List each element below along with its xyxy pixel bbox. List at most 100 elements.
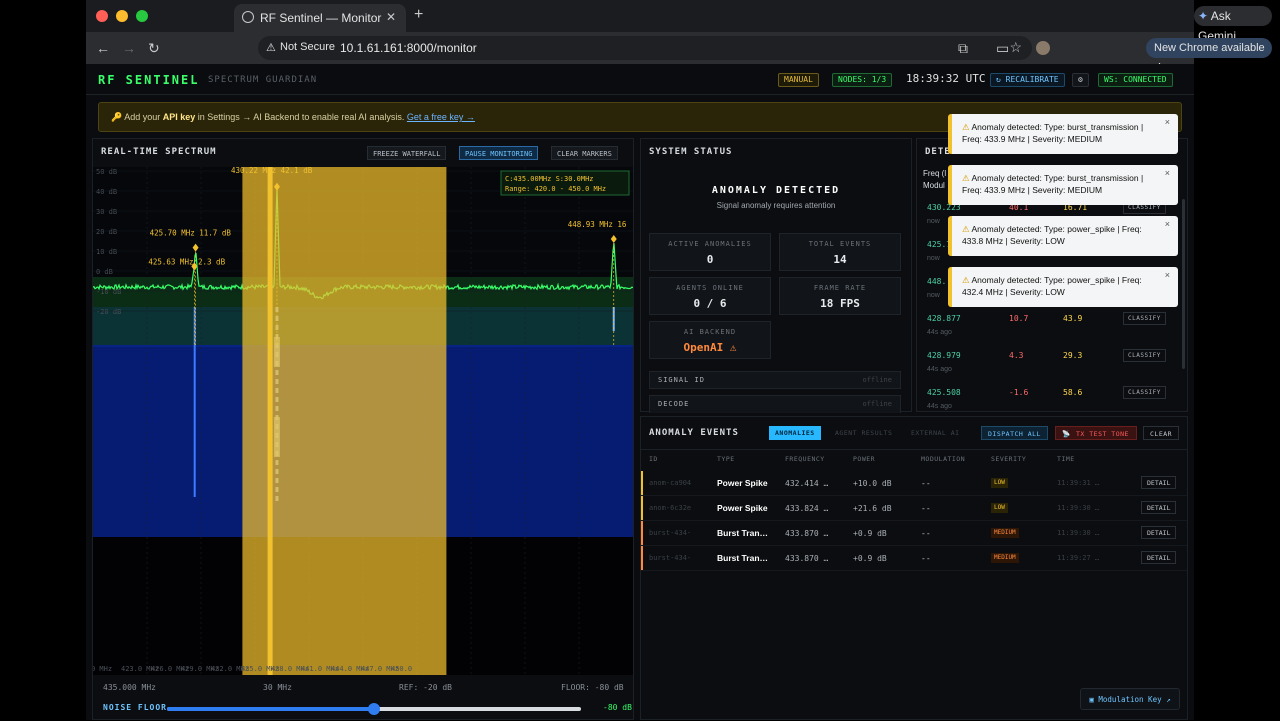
freeze-waterfall-button[interactable]: FREEZE WATERFALL [367,146,447,160]
selection-region[interactable] [242,167,447,675]
bookmark-star-icon[interactable]: ☆ [1009,39,1022,56]
x-tick-label: 0 MHz [93,665,112,673]
anomaly-toast[interactable]: ⚠ Anomaly detected: Type: power_spike | … [948,216,1178,256]
close-tab-icon[interactable]: ✕ [386,10,396,24]
detection-frequency: 428.979 [927,351,961,360]
get-free-key-link[interactable]: Get a free key → [407,112,475,122]
selection-center-line[interactable] [267,167,273,675]
detection-row[interactable]: 428.979 4.3 29.3 CLASSIFY 44s ago [927,347,1177,384]
detections-column-header-2: Modul [923,181,945,190]
stat-label: AI BACKEND [683,328,737,336]
column-header: FREQUENCY [785,455,825,463]
detections-column-header: Freq (l [923,169,947,178]
decode-status: offline [862,400,892,408]
forward-arrow-icon[interactable]: → [122,40,136,56]
marker-label: 430.22 MHz 42.1 dB [231,167,313,175]
close-icon[interactable]: × [1165,117,1170,127]
event-modulation: -- [921,504,931,513]
mode-badge[interactable]: MANUAL [778,73,819,87]
tab-external-ai[interactable]: EXTERNAL AI [905,426,966,440]
table-row[interactable]: anom-ca904 Power Spike 432.414 … +10.0 dB --… [641,471,1187,496]
address-bar[interactable]: ⚠ Not Secure 10.1.61.161:8000/monitor ☆ [258,36,1032,60]
divider [641,449,1187,450]
new-chrome-available-button[interactable]: New Chrome available ⋮ [1146,38,1272,74]
toast-message-wrap: ⚠ Anomaly detected: Type: burst_transmis… [962,172,1158,196]
modulation-key-button[interactable]: ▣ Modulation Key ↗ [1080,688,1180,710]
detection-row[interactable]: 425.508 -1.6 58.6 CLASSIFY 44s ago [927,384,1177,411]
banner-prefix: 🔑 Add your [111,112,163,122]
new-tab-button[interactable]: + [414,6,423,24]
ai-backend-stat[interactable]: AI BACKEND OpenAI ⚠ [649,321,771,359]
severity-badge: MEDIUM [991,528,1019,538]
anomaly-toast[interactable]: ⚠ Anomaly detected: Type: burst_transmis… [948,114,1178,154]
cast-icon[interactable]: ▭ [996,40,1009,57]
detail-button[interactable]: DETAIL [1141,501,1177,514]
detail-button[interactable]: DETAIL [1141,551,1177,564]
clear-events-button[interactable]: CLEAR [1143,426,1180,440]
detail-button[interactable]: DETAIL [1141,526,1177,539]
detection-age: 44s ago [927,403,952,410]
detection-row[interactable]: 428.877 10.7 43.9 CLASSIFY 44s ago [927,310,1177,347]
warning-icon: ⚠ [962,122,972,132]
settings-gear-icon[interactable]: ⚙ [1072,73,1089,87]
detection-age: now [927,218,940,225]
event-frequency: 433.824 … [785,504,829,513]
maximize-window-button[interactable] [136,10,148,22]
classify-button[interactable]: CLASSIFY [1123,386,1166,399]
radio-icon: 📡 [1062,430,1071,438]
close-window-button[interactable] [96,10,108,22]
browser-toolbar: ← → ↻ ⚠ Not Secure 10.1.61.161:8000/moni… [86,32,1272,74]
event-frequency: 433.870 … [785,529,829,538]
tab-agent-results[interactable]: AGENT RESULTS [829,426,898,440]
dispatch-all-button[interactable]: DISPATCH ALL [981,426,1048,440]
reference-level: REF: -20 dB [399,683,452,692]
stat-value: 0 / 6 [693,297,727,310]
system-status-panel: SYSTEM STATUS ANOMALY DETECTED Signal an… [640,138,912,413]
banner-text: 🔑 Add your API key in Settings → AI Back… [111,112,475,123]
browser-tab[interactable]: RF Sentinel — Monitor ✕ [234,4,406,32]
table-row[interactable]: burst-434- Burst Tran… 433.870 … +0.9 dB -- M… [641,521,1187,546]
anomaly-toast[interactable]: ⚠ Anomaly detected: Type: burst_transmis… [948,165,1178,205]
toast-message: Anomaly detected: Type: burst_transmissi… [962,122,1144,144]
severity-badge: LOW [991,503,1008,513]
anomaly-toast[interactable]: ⚠ Anomaly detected: Type: power_spike | … [948,267,1178,307]
noise-floor-slider-thumb[interactable] [368,703,380,715]
classify-button[interactable]: CLASSIFY [1123,312,1166,325]
event-id: burst-434- [649,554,692,562]
event-time: 11:39:30 … [1057,504,1100,512]
selection-info-line1: C:435.00MHz S:30.0MHz [505,175,594,183]
recalibrate-button[interactable]: ↻ RECALIBRATE [990,73,1065,87]
signal-id-row[interactable]: SIGNAL ID offline [649,371,901,389]
close-icon[interactable]: × [1165,168,1170,178]
warning-icon: ⚠ [962,173,972,183]
stat-label: AGENTS ONLINE [676,284,744,292]
noise-floor-slider[interactable] [167,703,581,715]
noise-floor-slider-fill [167,707,374,711]
detections-scrollbar[interactable] [1182,199,1185,369]
detection-score: 58.6 [1063,388,1083,397]
reload-icon[interactable]: ↻ [148,40,160,57]
extensions-icon[interactable]: ⧉ [958,40,968,57]
url-text[interactable]: 10.1.61.161:8000/monitor [340,41,477,55]
close-icon[interactable]: × [1165,270,1170,280]
table-row[interactable]: burst-434- Burst Tran… 433.870 … +0.9 dB -- M… [641,546,1187,571]
pause-monitoring-button[interactable]: PAUSE MONITORING [459,146,539,160]
event-id: anom-6c32e [649,504,692,512]
minimize-window-button[interactable] [116,10,128,22]
close-icon[interactable]: × [1165,219,1170,229]
detail-button[interactable]: DETAIL [1141,476,1177,489]
column-header: TIME [1057,455,1075,463]
detection-power: 4.3 [1009,351,1024,360]
table-row[interactable]: anom-6c32e Power Spike 433.824 … +21.6 dB --… [641,496,1187,521]
spectrum-canvas[interactable]: 50 dB 40 dB 30 dB 20 dB 10 dB 0 dB -10 dB -20 d… [93,167,633,675]
back-arrow-icon[interactable]: ← [96,40,110,56]
ask-gemini-button[interactable]: ✦ Ask Gemini [1194,6,1272,43]
classify-button[interactable]: CLASSIFY [1123,349,1166,362]
stat-label: FRAME RATE [813,284,867,292]
spectrum-panel: REAL-TIME SPECTRUM FREEZE WATERFALL PAUS… [92,138,634,720]
tab-anomalies[interactable]: ANOMALIES [769,426,821,440]
avatar[interactable] [1036,41,1050,55]
clear-markers-button[interactable]: CLEAR MARKERS [551,146,618,160]
decode-row[interactable]: DECODE offline [649,395,901,413]
tx-test-tone-button[interactable]: 📡 TX TEST TONE [1055,426,1137,440]
